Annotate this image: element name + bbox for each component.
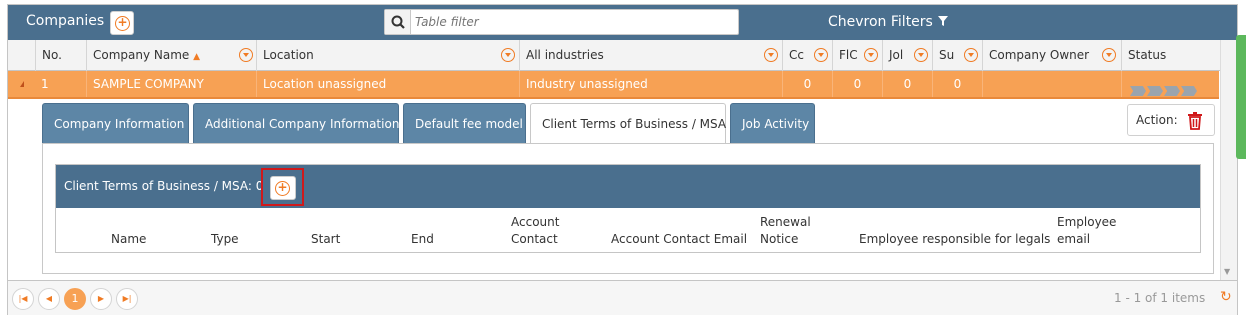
column-header-jo[interactable]: Jol [882, 40, 932, 71]
msa-column-employee-email-line1: Employee [1057, 215, 1117, 229]
column-label: Company Name [93, 48, 190, 62]
cell-industry: Industry unassigned [519, 71, 782, 97]
msa-column-renewal-line2: Notice [760, 232, 799, 246]
cell-owner [982, 71, 1121, 97]
msa-column-account-contact-email[interactable]: Account Contact Email [611, 231, 747, 248]
grid-header: No. Company Name ▲ Location All industri… [8, 40, 1237, 71]
page-number-button[interactable]: 1 [64, 288, 86, 310]
cell-cc: 0 [782, 71, 832, 97]
filter-icon[interactable] [964, 48, 978, 62]
msa-column-renewal-notice[interactable]: Renewal Notice [760, 214, 811, 248]
cell-status [1121, 71, 1219, 97]
first-page-button[interactable]: |◀ [12, 288, 34, 310]
filter-icon[interactable] [764, 48, 778, 62]
cell-location: Location unassigned [256, 71, 519, 97]
tab-additional-company-information[interactable]: Additional Company Information [193, 103, 399, 143]
column-header-cc[interactable]: Cc [782, 40, 832, 71]
tab-company-information[interactable]: Company Information [42, 103, 189, 143]
msa-column-employee-legals[interactable]: Employee responsible for legals [859, 231, 1050, 248]
table-filter-input[interactable] [413, 12, 733, 32]
cell-su: 0 [932, 71, 982, 97]
cell-fl: 0 [832, 71, 882, 97]
funnel-icon [938, 16, 949, 26]
filter-icon[interactable] [814, 48, 828, 62]
column-label: All industries [526, 48, 604, 62]
msa-columns: Name Type Start End Account Contact Acco… [56, 208, 1200, 252]
chevron-filters-button[interactable]: Chevron Filters [828, 14, 949, 30]
trash-icon[interactable] [1187, 112, 1203, 130]
tab-job-activity[interactable]: Job Activity [730, 103, 815, 143]
cell-jo: 0 [882, 71, 932, 97]
companies-grid: Companies + Chevron Filters No. Company … [7, 4, 1238, 315]
msa-column-start[interactable]: Start [311, 231, 340, 248]
column-header-su[interactable]: Su [932, 40, 982, 71]
filter-icon[interactable] [914, 48, 928, 62]
msa-column-end[interactable]: End [411, 231, 434, 248]
next-page-button[interactable]: ▶ [90, 288, 112, 310]
column-label: Cc [789, 48, 804, 62]
msa-column-account-contact-line1: Account [511, 215, 560, 229]
tab-default-fee-model[interactable]: Default fee model [403, 103, 526, 143]
column-label: Status [1128, 48, 1167, 62]
action-menu[interactable]: Action: [1127, 104, 1215, 136]
tab-client-terms-msa[interactable]: Client Terms of Business / MSA [530, 103, 726, 144]
msa-column-name[interactable]: Name [111, 231, 146, 248]
side-panel-handle[interactable] [1236, 35, 1246, 159]
vertical-scrollbar[interactable] [1220, 40, 1237, 280]
last-page-button[interactable]: ▶| [116, 288, 138, 310]
column-label: Location [263, 48, 314, 62]
msa-column-employee-email-line2: email [1057, 232, 1091, 246]
column-header-industries[interactable]: All industries [519, 40, 782, 71]
msa-column-account-contact[interactable]: Account Contact [511, 214, 559, 248]
prev-page-button[interactable]: ◀ [38, 288, 60, 310]
column-label: FlϹ [839, 48, 858, 62]
msa-title: Client Terms of Business / MSA: 0 [64, 179, 264, 193]
msa-grid-header: Client Terms of Business / MSA: 0 + [56, 165, 1200, 208]
scroll-down-arrow-icon[interactable]: ▼ [1224, 267, 1230, 276]
status-chevrons [1130, 79, 1198, 97]
filter-icon[interactable] [239, 48, 253, 62]
collapse-icon[interactable] [20, 81, 24, 87]
msa-column-renewal-line1: Renewal [760, 215, 811, 229]
plus-icon: + [115, 16, 130, 31]
column-label: Company Owner [989, 48, 1090, 62]
column-label: Jol [889, 48, 904, 62]
chevron-filters-label: Chevron Filters [828, 14, 933, 30]
msa-column-type[interactable]: Type [211, 231, 239, 248]
table-filter [384, 9, 739, 35]
column-header-owner[interactable]: Company Owner [982, 40, 1121, 71]
pager: |◀ ◀ 1 ▶ ▶| 1 - 1 of 1 items ↻ [8, 280, 1237, 315]
add-msa-highlight: + [261, 168, 304, 206]
column-header-location[interactable]: Location [256, 40, 519, 71]
filter-icon[interactable] [864, 48, 878, 62]
column-header-no[interactable]: No. [35, 40, 86, 71]
msa-column-employee-email[interactable]: Employee email [1057, 214, 1116, 248]
add-company-button[interactable]: + [110, 11, 134, 35]
grid-toolbar: Companies + Chevron Filters [8, 5, 1237, 40]
msa-column-account-contact-line2: Contact [511, 232, 558, 246]
cell-no: 1 [41, 77, 49, 91]
page-title: Companies [26, 13, 105, 29]
filter-icon[interactable] [1102, 48, 1116, 62]
column-label: Su [939, 48, 955, 62]
column-header-status[interactable]: Status [1121, 40, 1221, 71]
pager-info: 1 - 1 of 1 items [1114, 291, 1206, 305]
table-row[interactable]: 1 SAMPLE COMPANY Location unassigned Ind… [8, 71, 1219, 99]
sort-ascending-icon: ▲ [193, 52, 201, 62]
msa-panel: Client Terms of Business / MSA: 0 + Name… [42, 143, 1214, 274]
action-label: Action: [1136, 113, 1178, 127]
msa-grid: Client Terms of Business / MSA: 0 + Name… [55, 164, 1201, 253]
cell-company-name: SAMPLE COMPANY [86, 71, 256, 97]
column-header-fl[interactable]: FlϹ [832, 40, 882, 71]
add-msa-button[interactable]: + [270, 176, 296, 200]
plus-icon: + [275, 181, 290, 196]
filter-icon[interactable] [501, 48, 515, 62]
search-icon [385, 10, 411, 34]
column-label: No. [42, 48, 62, 62]
refresh-icon[interactable]: ↻ [1220, 289, 1232, 305]
column-header-company-name[interactable]: Company Name ▲ [86, 40, 256, 71]
